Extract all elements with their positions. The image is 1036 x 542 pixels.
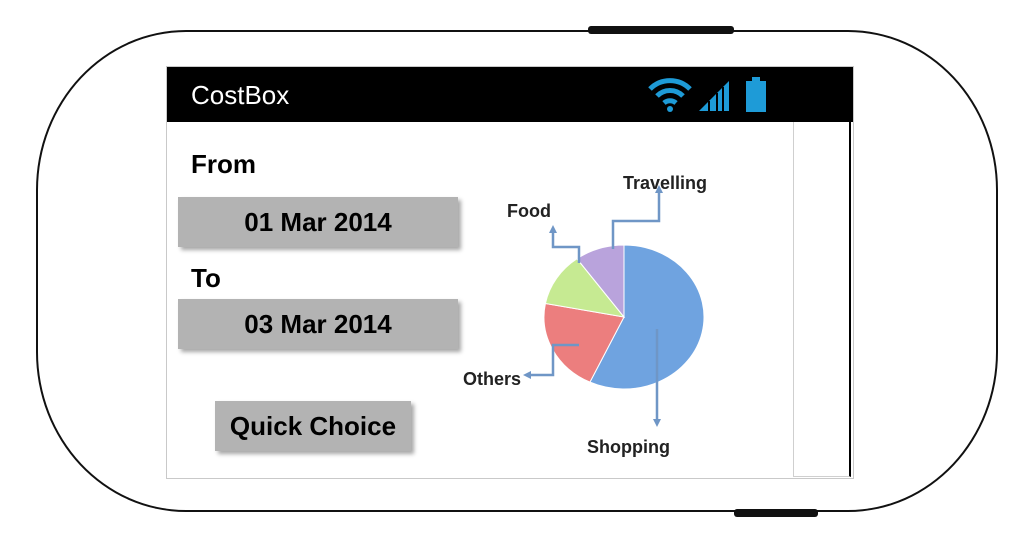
volume-button — [734, 509, 818, 517]
pie-label-shopping: Shopping — [587, 437, 670, 457]
screen-edge — [793, 122, 851, 477]
pie-label-travelling: Travelling — [623, 173, 707, 193]
expense-pie-chart: Shopping Others Food Travelling — [463, 173, 707, 457]
power-button — [588, 26, 734, 34]
pie-label-others: Others — [463, 369, 521, 389]
app-screen: CostBox From 01 Mar 2014 To 03 Mar 2014 … — [166, 66, 854, 479]
leader-line-food — [549, 225, 581, 263]
pie-label-food: Food — [507, 201, 551, 221]
leader-line-travelling — [611, 185, 663, 249]
